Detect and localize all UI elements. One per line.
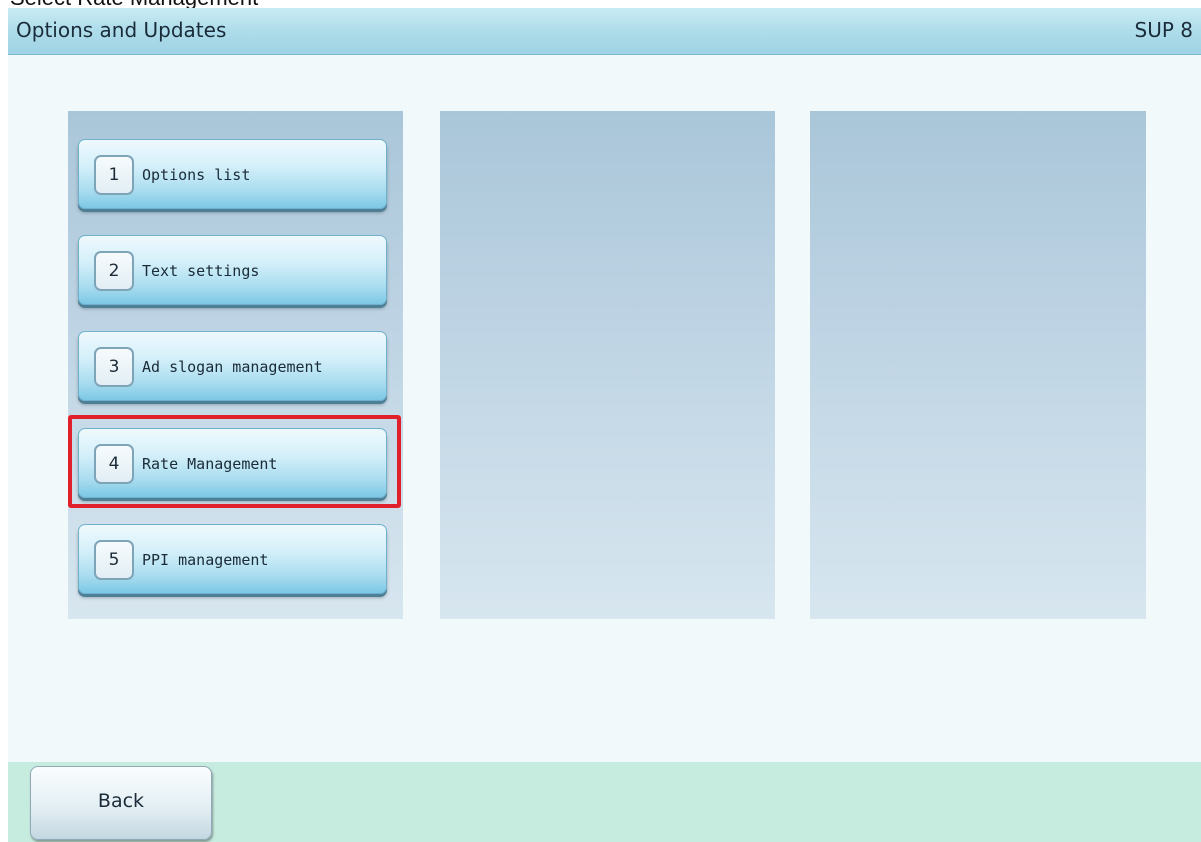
button-label: Ad slogan management	[142, 358, 323, 376]
button-label: PPI management	[142, 551, 269, 569]
footer-bar: Back	[8, 762, 1201, 842]
app-window: Options and Updates SUP 8 1 Options list…	[8, 8, 1201, 842]
menu-panel: 1 Options list 2 Text settings 3 Ad slog…	[68, 111, 403, 619]
empty-panel-right	[810, 111, 1146, 619]
button-number-badge: 4	[94, 444, 134, 484]
text-settings-button[interactable]: 2 Text settings	[78, 235, 387, 305]
title-bar: Options and Updates SUP 8	[8, 8, 1201, 55]
options-list-button[interactable]: 1 Options list	[78, 139, 387, 209]
page-title: Options and Updates	[16, 18, 227, 42]
button-label: Rate Management	[142, 455, 278, 473]
empty-panel-middle	[440, 111, 775, 619]
button-label: Text settings	[142, 262, 260, 280]
ad-slogan-management-button[interactable]: 3 Ad slogan management	[78, 331, 387, 401]
button-number-badge: 1	[94, 155, 134, 195]
back-button[interactable]: Back	[30, 766, 212, 840]
back-button-label: Back	[97, 790, 145, 812]
screen-code: SUP 8	[1134, 18, 1193, 42]
button-label: Options list	[142, 166, 251, 184]
ppi-management-button[interactable]: 5 PPI management	[78, 524, 387, 594]
button-number-badge: 5	[94, 540, 134, 580]
rate-management-button[interactable]: 4 Rate Management	[78, 428, 387, 498]
button-number-badge: 2	[94, 251, 134, 291]
button-number-badge: 3	[94, 347, 134, 387]
